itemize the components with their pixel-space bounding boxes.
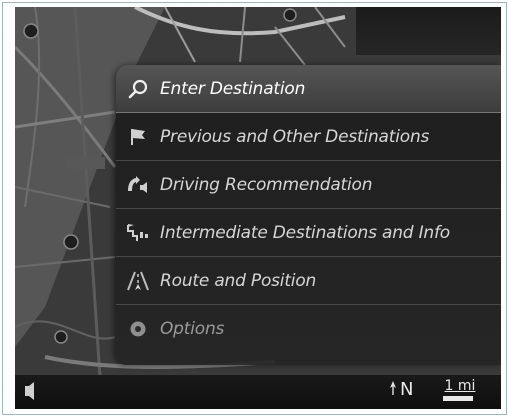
screenshot-frame: Enter Destination Previous and Other Des…: [2, 2, 507, 415]
menu-item-label: Intermediate Destinations and Info: [160, 222, 450, 243]
route-icon: [116, 270, 160, 292]
menu-item-driving-recommendation[interactable]: Driving Recommendation: [116, 161, 501, 209]
menu-item-label: Route and Position: [160, 270, 317, 291]
menu-item-label: Driving Recommendation: [160, 174, 373, 195]
waypoint-icon: [116, 222, 160, 244]
status-bar: N 1 mi: [15, 375, 501, 409]
menu-item-label: Previous and Other Destinations: [160, 126, 430, 147]
menu-item-intermediate-destinations[interactable]: Intermediate Destinations and Info: [116, 209, 501, 257]
flag-icon: [116, 126, 160, 148]
map-scale: 1 mi: [435, 378, 485, 401]
menu-item-options[interactable]: Options: [116, 305, 501, 353]
speaker-icon: [23, 380, 41, 406]
compass-direction: N: [400, 379, 414, 400]
compass-indicator[interactable]: N: [389, 379, 413, 400]
menu-item-route-and-position[interactable]: Route and Position: [116, 257, 501, 305]
menu-item-label: Enter Destination: [160, 78, 306, 99]
map-scale-bar: [443, 396, 473, 401]
voice-guidance-icon: [116, 174, 160, 196]
options-icon: [116, 318, 160, 340]
menu-item-label: Options: [160, 319, 225, 339]
menu-item-previous-destinations[interactable]: Previous and Other Destinations: [116, 113, 501, 161]
infotainment-screen: Enter Destination Previous and Other Des…: [15, 7, 501, 409]
search-icon: [116, 78, 160, 100]
navigation-menu: Enter Destination Previous and Other Des…: [116, 65, 501, 365]
top-dark-panel: [356, 7, 501, 55]
menu-item-enter-destination[interactable]: Enter Destination: [116, 65, 501, 113]
map-scale-label: 1 mi: [444, 378, 476, 394]
north-arrow-icon: [389, 380, 397, 400]
